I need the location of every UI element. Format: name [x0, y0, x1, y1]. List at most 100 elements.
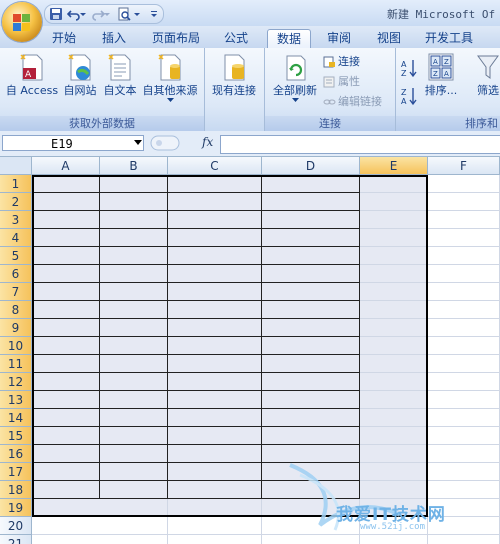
column-header-b[interactable]: B: [100, 157, 168, 175]
row-header-14[interactable]: 14: [0, 409, 32, 427]
tab-home[interactable]: 开始: [44, 29, 84, 48]
row-header-11[interactable]: 11: [0, 355, 32, 373]
name-box[interactable]: E19: [2, 135, 144, 151]
row-header-10[interactable]: 10: [0, 337, 32, 355]
sort-label: 排序...: [424, 84, 458, 97]
filter-funnel-icon: [477, 55, 499, 79]
svg-text:Z: Z: [433, 70, 438, 78]
from-web-button[interactable]: 自网站: [60, 52, 100, 97]
from-access-button[interactable]: A 自 Access: [4, 52, 60, 97]
sort-dialog-icon: AZ ZA: [428, 53, 454, 81]
tab-insert[interactable]: 插入: [94, 29, 134, 48]
tab-page-layout[interactable]: 页面布局: [146, 29, 206, 48]
sort-descending-icon: ZA: [401, 88, 417, 106]
from-text-button[interactable]: 自文本: [100, 52, 140, 97]
window-title: 新建 Microsoft Of: [387, 8, 496, 21]
from-other-sources-button[interactable]: 自其他来源: [140, 52, 200, 102]
text-file-icon: [108, 54, 131, 81]
row-header-7[interactable]: 7: [0, 283, 32, 301]
office-logo-icon: [13, 14, 30, 31]
row-header-12[interactable]: 12: [0, 373, 32, 391]
properties-button[interactable]: 属性: [323, 74, 360, 90]
formula-cancel-enter-icon[interactable]: [150, 135, 180, 151]
svg-text:A: A: [401, 60, 407, 69]
name-box-dropdown-icon[interactable]: [134, 140, 142, 145]
from-web-label: 自网站: [63, 84, 97, 97]
edit-links-button[interactable]: 编辑链接: [323, 94, 382, 110]
sort-ascending-icon: AZ: [401, 60, 417, 78]
formula-bar: E19 fx: [0, 131, 500, 157]
row-header-17[interactable]: 17: [0, 463, 32, 481]
preview-dropdown-icon[interactable]: [133, 7, 141, 21]
existing-connections-button[interactable]: 现有连接: [206, 52, 262, 97]
properties-icon: [323, 76, 335, 88]
row-header-6[interactable]: 6: [0, 265, 32, 283]
connections-button[interactable]: 连接: [323, 54, 360, 70]
svg-text:A: A: [433, 58, 438, 66]
edit-links-label: 编辑链接: [338, 95, 382, 108]
tab-formulas[interactable]: 公式: [216, 29, 256, 48]
connections-label: 连接: [338, 55, 360, 68]
chevron-down-icon: [291, 98, 299, 102]
column-header-a[interactable]: A: [32, 157, 100, 175]
column-header-c[interactable]: C: [168, 157, 262, 175]
row-header-4[interactable]: 4: [0, 229, 32, 247]
row-header-16[interactable]: 16: [0, 445, 32, 463]
refresh-all-button[interactable]: 全部刷新: [269, 52, 321, 102]
gridline-horizontal: [32, 534, 500, 535]
formula-controls: fx: [150, 135, 222, 151]
filter-label: 筛选: [477, 84, 499, 97]
ribbon-tabs: 开始 插入 页面布局 公式 数据 审阅 视图 开发工具: [0, 26, 500, 50]
redo-dropdown-icon[interactable]: [103, 7, 111, 21]
tab-data[interactable]: 数据: [267, 29, 311, 50]
group-connections: 全部刷新 连接 属性 编辑链接 连接: [265, 48, 396, 131]
filter-button[interactable]: 筛选: [472, 52, 500, 97]
tab-review[interactable]: 审阅: [319, 29, 359, 48]
spreadsheet-grid: A B C D E F 1 2 3 4 5 6 7 8 9 10 11 12 13 14 15 16 17 18 19 20 21: [0, 157, 500, 544]
edit-links-icon: [323, 99, 336, 105]
group-sort-filter: AZ ZA AZ ZA 排序... 筛选 排序和: [396, 48, 500, 131]
properties-label: 属性: [338, 75, 360, 88]
from-other-sources-label: 自其他来源: [142, 84, 198, 97]
row-header-3[interactable]: 3: [0, 211, 32, 229]
from-text-label: 自文本: [103, 84, 137, 97]
save-icon[interactable]: [49, 7, 63, 21]
row-header-5[interactable]: 5: [0, 247, 32, 265]
chevron-down-icon: [166, 98, 174, 102]
undo-dropdown-icon[interactable]: [79, 7, 87, 21]
other-sources-icon: [158, 54, 181, 81]
sort-descending-button[interactable]: ZA: [400, 86, 420, 106]
column-header-f[interactable]: F: [428, 157, 500, 175]
column-header-d[interactable]: D: [262, 157, 360, 175]
row-header-15[interactable]: 15: [0, 427, 32, 445]
row-header-1[interactable]: 1: [0, 175, 32, 193]
tab-view[interactable]: 视图: [369, 29, 409, 48]
access-icon: A: [20, 54, 43, 81]
select-all-corner[interactable]: [0, 157, 32, 175]
office-button[interactable]: [2, 2, 42, 42]
sort-ascending-button[interactable]: AZ: [400, 58, 420, 78]
row-header-8[interactable]: 8: [0, 301, 32, 319]
tab-developer[interactable]: 开发工具: [418, 29, 480, 48]
row-header-19[interactable]: 19: [0, 499, 32, 517]
sort-button[interactable]: AZ ZA 排序...: [420, 52, 462, 97]
title-bar: 新建 Microsoft Of: [0, 0, 500, 26]
row-header-18[interactable]: 18: [0, 481, 32, 499]
formula-input[interactable]: [220, 135, 500, 154]
customize-qat-icon[interactable]: [149, 7, 159, 21]
watermark-url: www.52ij.com: [360, 522, 426, 532]
row-header-2[interactable]: 2: [0, 193, 32, 211]
row-header-13[interactable]: 13: [0, 391, 32, 409]
group-get-external-data: A 自 Access 自网站 自文本 自其他来源 获取外部数据: [0, 48, 205, 131]
ribbon: A 自 Access 自网站 自文本 自其他来源 获取外部数据 现有连接 全部刷…: [0, 48, 500, 132]
existing-connections-icon: [224, 54, 245, 81]
column-header-e[interactable]: E: [360, 157, 428, 175]
row-header-20[interactable]: 20: [0, 517, 32, 535]
web-icon: [68, 54, 91, 81]
print-preview-icon[interactable]: [117, 7, 131, 21]
insert-function-icon[interactable]: fx: [202, 135, 213, 149]
svg-text:Z: Z: [401, 69, 407, 78]
row-header-21[interactable]: 21: [0, 535, 32, 544]
group-label-sort-filter: 排序和: [396, 116, 500, 131]
row-header-9[interactable]: 9: [0, 319, 32, 337]
